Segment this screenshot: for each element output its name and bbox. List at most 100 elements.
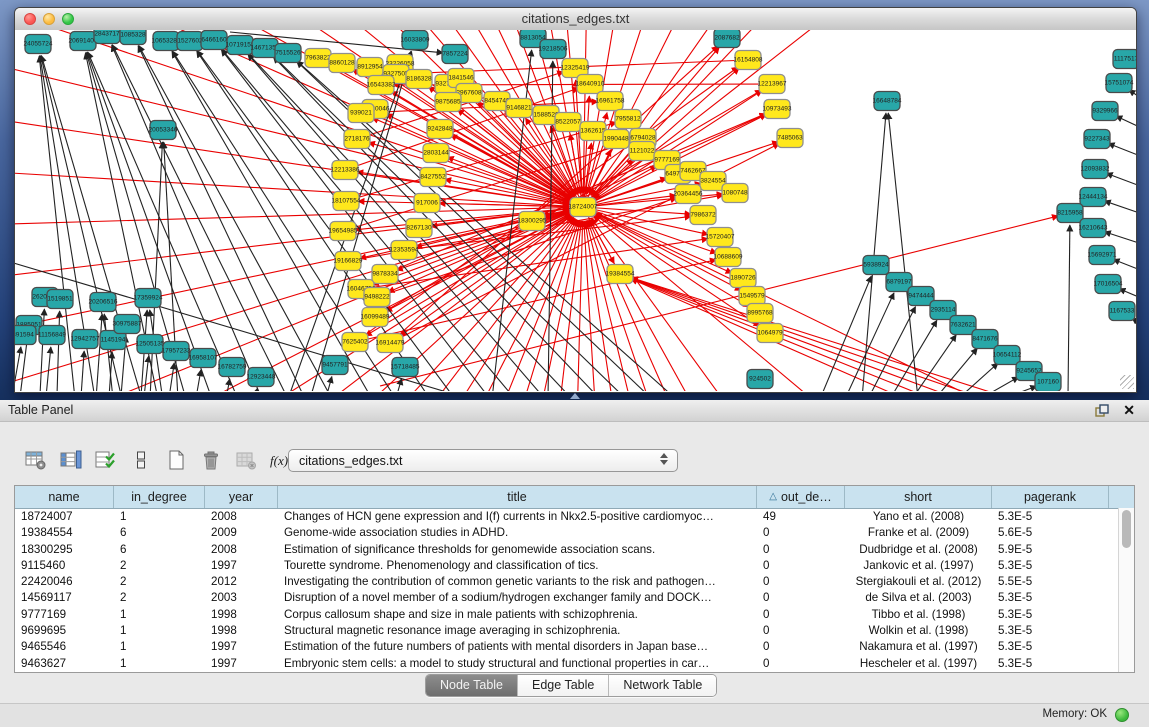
table-cell[interactable]: 5.3E-5 [992,639,1109,655]
table-cell[interactable]: 18300295 [15,542,114,558]
table-cell[interactable]: 5.5E-5 [992,574,1109,590]
table-row[interactable]: 1938455462009Genome-wide association stu… [15,525,1134,541]
graph-node[interactable]: 9457791 [322,356,348,375]
table-cell[interactable]: Investigating the contribution of common… [278,574,757,590]
table-cell[interactable]: Tibbo et al. (1998) [845,607,992,623]
table-cell[interactable]: Tourette syndrome. Phenomenology and cla… [278,558,757,574]
graph-node[interactable]: 924502 [747,370,773,389]
table-cell[interactable]: Genome-wide association studies in ADHD. [278,525,757,541]
table-cell[interactable]: 1 [114,607,205,623]
splitter-handle[interactable] [570,393,580,399]
graph-node[interactable]: 12505135 [136,335,165,354]
graph-node[interactable]: 2803144 [423,144,449,163]
table-cell[interactable]: 2008 [205,542,278,558]
table-cell[interactable]: 0 [757,590,845,606]
graph-node[interactable]: 1549579 [739,287,765,306]
float-panel-icon[interactable] [1095,404,1109,417]
graph-node[interactable]: 10973493 [763,100,792,119]
table-cell[interactable]: 9699695 [15,623,114,639]
resize-grip[interactable] [1120,375,1134,389]
graph-node[interactable]: 939021 [348,104,374,123]
graph-node[interactable]: 2718176 [344,130,370,149]
table-cell[interactable]: 5.3E-5 [992,558,1109,574]
table-cell[interactable]: 1 [114,639,205,655]
table-cell[interactable]: 9115460 [15,558,114,574]
graph-node[interactable]: 12923448 [247,368,276,387]
delete-table-button[interactable] [232,447,259,474]
graph-node[interactable]: 9875685 [435,93,461,112]
graph-node[interactable]: 18300295 [518,212,547,231]
graph-node[interactable]: 19166829 [334,252,363,271]
network-canvas[interactable]: 2405572420691406284371710853281065328715… [15,30,1136,391]
graph-node[interactable]: 1117517 [1113,50,1136,69]
graph-node[interactable]: 1064979 [757,324,783,343]
graph-node[interactable]: 7485063 [777,129,803,148]
graph-node[interactable]: 917006 [414,194,440,213]
table-cell[interactable]: 2003 [205,590,278,606]
table-row[interactable]: 946554611997Estimation of the future num… [15,639,1134,655]
table-selector[interactable]: citations_edges.txt [288,449,678,472]
graph-node[interactable]: 16782759 [218,358,247,377]
table-cell[interactable]: 0 [757,623,845,639]
table-cell[interactable]: 49 [757,509,845,525]
table-row[interactable]: 1830029562008Estimation of significance … [15,542,1134,558]
graph-node[interactable]: 16648784 [873,92,902,111]
graph-node[interactable]: 8522057 [555,113,581,132]
table-cell[interactable]: 9465546 [15,639,114,655]
graph-node[interactable]: 2843717 [94,30,120,44]
table-cell[interactable]: 2 [114,574,205,590]
create-column-button[interactable] [162,447,189,474]
table-cell[interactable]: 1 [114,656,205,672]
table-mode-button[interactable] [22,447,49,474]
table-cell[interactable]: 1 [114,509,205,525]
graph-node[interactable]: 12093832 [1081,160,1110,179]
table-cell[interactable]: Estimation of the future numbers of pati… [278,639,757,655]
delete-column-button[interactable] [197,447,224,474]
graph-node[interactable]: 16914479 [376,334,405,353]
tab-node-table[interactable]: Node Table [426,675,518,696]
table-cell[interactable]: Estimation of significance thresholds fo… [278,542,757,558]
table-row[interactable]: 1456911722003Disruption of a novel membe… [15,590,1134,606]
graph-node[interactable]: 20364456 [674,185,703,204]
graph-node[interactable]: 9227343 [1084,130,1110,149]
graph-node[interactable]: 2087682 [714,30,740,48]
table-cell[interactable]: 2008 [205,509,278,525]
graph-node[interactable]: 17016504 [1094,275,1123,294]
table-cell[interactable]: 5.3E-5 [992,623,1109,639]
graph-node[interactable]: 1085328 [120,30,146,45]
table-cell[interactable]: 1998 [205,623,278,639]
column-header-pagerank[interactable]: pagerank [992,486,1109,508]
graph-node[interactable]: 1519851 [47,290,73,309]
table-cell[interactable]: Stergiakouli et al. (2012) [845,574,992,590]
graph-node[interactable]: 19654985 [329,222,358,241]
table-row[interactable]: 911546021997Tourette syndrome. Phenomeno… [15,558,1134,574]
graph-node[interactable]: 24055724 [24,35,53,54]
table-cell[interactable]: Disruption of a novel member of a sodium… [278,590,757,606]
graph-node[interactable]: 16033809 [401,31,430,50]
column-header-name[interactable]: name [15,486,114,508]
table-cell[interactable]: 2 [114,558,205,574]
column-header-in_degree[interactable]: in_degree [114,486,205,508]
table-cell[interactable]: 1 [114,623,205,639]
select-rows-button[interactable] [92,447,119,474]
table-cell[interactable]: 5.3E-5 [992,607,1109,623]
table-cell[interactable]: 0 [757,574,845,590]
table-cell[interactable]: 1997 [205,639,278,655]
table-cell[interactable]: 2012 [205,574,278,590]
graph-node[interactable]: 8267130 [406,219,432,238]
column-header-year[interactable]: year [205,486,278,508]
table-cell[interactable]: Yano et al. (2008) [845,509,992,525]
table-cell[interactable]: Nakamura et al. (1997) [845,639,992,655]
table-cell[interactable]: Corpus callosum shape and size in male p… [278,607,757,623]
graph-node[interactable]: 8427552 [420,168,446,187]
graph-node[interactable]: 5938924 [863,256,889,275]
table-cell[interactable]: Hescheler et al. (1997) [845,656,992,672]
table-cell[interactable]: 1997 [205,656,278,672]
graph-node[interactable]: 9878334 [372,265,398,284]
graph-node[interactable]: 10688609 [714,248,743,267]
show-columns-button[interactable] [57,447,84,474]
graph-node[interactable]: 7986372 [690,206,716,225]
network-graph[interactable]: 2405572420691406284371710853281065328715… [15,30,1136,391]
graph-node[interactable]: 7955812 [615,110,641,129]
table-cell[interactable]: 1997 [205,558,278,574]
